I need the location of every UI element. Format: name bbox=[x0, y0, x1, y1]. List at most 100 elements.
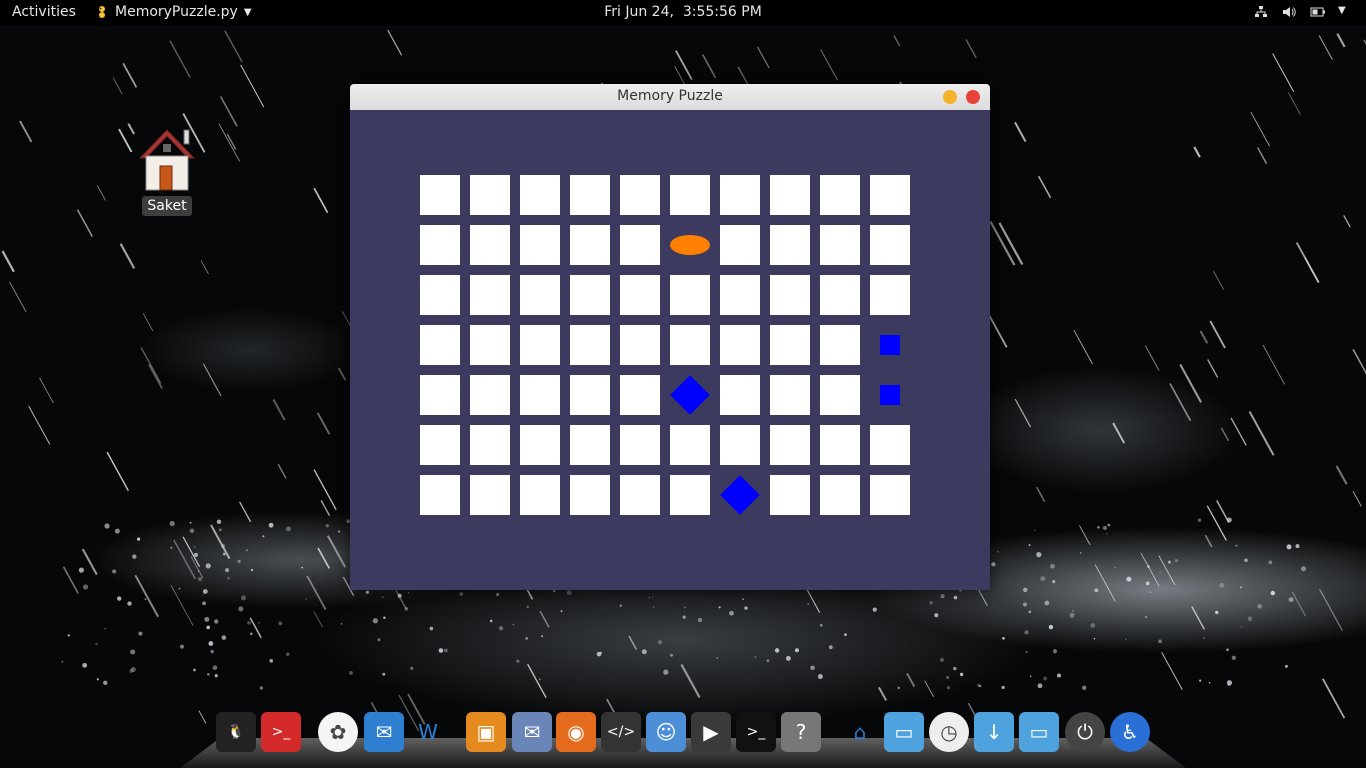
revealed-card[interactable] bbox=[870, 375, 910, 415]
covered-card[interactable] bbox=[520, 275, 560, 315]
covered-card[interactable] bbox=[420, 325, 460, 365]
covered-card[interactable] bbox=[520, 425, 560, 465]
window-titlebar[interactable]: Memory Puzzle bbox=[350, 84, 990, 110]
covered-card[interactable] bbox=[470, 175, 510, 215]
covered-card[interactable] bbox=[420, 475, 460, 515]
covered-card[interactable] bbox=[570, 175, 610, 215]
writer-icon[interactable]: W bbox=[408, 712, 448, 752]
covered-card[interactable] bbox=[520, 175, 560, 215]
covered-card[interactable] bbox=[420, 425, 460, 465]
covered-card[interactable] bbox=[720, 425, 760, 465]
covered-card[interactable] bbox=[820, 225, 860, 265]
system-tray[interactable]: ▼ bbox=[1254, 5, 1352, 19]
covered-card[interactable] bbox=[570, 475, 610, 515]
covered-card[interactable] bbox=[470, 475, 510, 515]
photos-icon[interactable]: ✿ bbox=[318, 712, 358, 752]
covered-card[interactable] bbox=[420, 375, 460, 415]
revealed-card[interactable] bbox=[870, 325, 910, 365]
mail-icon[interactable]: ✉ bbox=[364, 712, 404, 752]
covered-card[interactable] bbox=[770, 325, 810, 365]
covered-card[interactable] bbox=[720, 175, 760, 215]
covered-card[interactable] bbox=[820, 325, 860, 365]
covered-card[interactable] bbox=[670, 475, 710, 515]
covered-card[interactable] bbox=[420, 175, 460, 215]
covered-card[interactable] bbox=[720, 225, 760, 265]
revealed-card[interactable] bbox=[670, 225, 710, 265]
covered-card[interactable] bbox=[470, 375, 510, 415]
covered-card[interactable] bbox=[820, 175, 860, 215]
covered-card[interactable] bbox=[870, 475, 910, 515]
covered-card[interactable] bbox=[520, 475, 560, 515]
accessibility-icon[interactable]: ♿ bbox=[1110, 712, 1150, 752]
covered-card[interactable] bbox=[620, 375, 660, 415]
downloads-folder-icon[interactable]: ↓ bbox=[974, 712, 1014, 752]
covered-card[interactable] bbox=[520, 225, 560, 265]
covered-card[interactable] bbox=[720, 275, 760, 315]
desktop-home-folder[interactable]: Saket bbox=[136, 126, 198, 216]
covered-card[interactable] bbox=[820, 275, 860, 315]
covered-card[interactable] bbox=[620, 275, 660, 315]
network-icon[interactable] bbox=[1254, 5, 1268, 19]
covered-card[interactable] bbox=[770, 375, 810, 415]
clock-button[interactable]: Fri Jun 24, 3:55:56 PM bbox=[604, 4, 762, 20]
covered-card[interactable] bbox=[620, 325, 660, 365]
revealed-card[interactable] bbox=[720, 475, 760, 515]
activities-button[interactable]: Activities bbox=[12, 4, 76, 20]
firefox-icon[interactable]: ◉ bbox=[556, 712, 596, 752]
covered-card[interactable] bbox=[770, 425, 810, 465]
covered-card[interactable] bbox=[870, 425, 910, 465]
covered-card[interactable] bbox=[720, 325, 760, 365]
covered-card[interactable] bbox=[820, 475, 860, 515]
covered-card[interactable] bbox=[420, 225, 460, 265]
covered-card[interactable] bbox=[620, 475, 660, 515]
game-canvas[interactable] bbox=[350, 110, 990, 590]
covered-card[interactable] bbox=[620, 425, 660, 465]
volume-icon[interactable] bbox=[1282, 5, 1296, 19]
covered-card[interactable] bbox=[870, 225, 910, 265]
covered-card[interactable] bbox=[520, 375, 560, 415]
minimize-button[interactable] bbox=[943, 90, 957, 104]
covered-card[interactable] bbox=[470, 275, 510, 315]
package-icon[interactable]: ▣ bbox=[466, 712, 506, 752]
tux-icon[interactable]: 🐧 bbox=[216, 712, 256, 752]
covered-card[interactable] bbox=[570, 325, 610, 365]
help-icon[interactable]: ? bbox=[781, 712, 821, 752]
close-button[interactable] bbox=[966, 90, 980, 104]
covered-card[interactable] bbox=[770, 175, 810, 215]
power-icon[interactable]: ⏻ bbox=[1065, 712, 1105, 752]
clock-icon[interactable]: ◷ bbox=[929, 712, 969, 752]
battery-icon[interactable] bbox=[1310, 5, 1325, 19]
covered-card[interactable] bbox=[770, 275, 810, 315]
revealed-card[interactable] bbox=[670, 375, 710, 415]
folder-icon[interactable]: ▭ bbox=[884, 712, 924, 752]
covered-card[interactable] bbox=[870, 275, 910, 315]
covered-card[interactable] bbox=[820, 425, 860, 465]
covered-card[interactable] bbox=[670, 275, 710, 315]
covered-card[interactable] bbox=[620, 225, 660, 265]
covered-card[interactable] bbox=[570, 225, 610, 265]
system-menu-chevron-icon[interactable]: ▼ bbox=[1338, 5, 1352, 19]
covered-card[interactable] bbox=[770, 225, 810, 265]
covered-card[interactable] bbox=[520, 325, 560, 365]
covered-card[interactable] bbox=[570, 425, 610, 465]
covered-card[interactable] bbox=[820, 375, 860, 415]
covered-card[interactable] bbox=[570, 275, 610, 315]
home-icon[interactable]: ⌂ bbox=[840, 712, 880, 752]
covered-card[interactable] bbox=[620, 175, 660, 215]
terminal-icon[interactable]: >_ bbox=[736, 712, 776, 752]
covered-card[interactable] bbox=[670, 175, 710, 215]
covered-card[interactable] bbox=[870, 175, 910, 215]
video-icon[interactable]: ▶ bbox=[691, 712, 731, 752]
covered-card[interactable] bbox=[670, 325, 710, 365]
mail-stamp-icon[interactable]: ✉ bbox=[512, 712, 552, 752]
covered-card[interactable] bbox=[570, 375, 610, 415]
covered-card[interactable] bbox=[770, 475, 810, 515]
folder-2-icon[interactable]: ▭ bbox=[1019, 712, 1059, 752]
covered-card[interactable] bbox=[470, 325, 510, 365]
app-menu[interactable]: MemoryPuzzle.py ▼ bbox=[95, 4, 252, 20]
code-editor-icon[interactable]: </> bbox=[601, 712, 641, 752]
covered-card[interactable] bbox=[670, 425, 710, 465]
covered-card[interactable] bbox=[420, 275, 460, 315]
finder-icon[interactable]: ☺ bbox=[646, 712, 686, 752]
covered-card[interactable] bbox=[470, 225, 510, 265]
